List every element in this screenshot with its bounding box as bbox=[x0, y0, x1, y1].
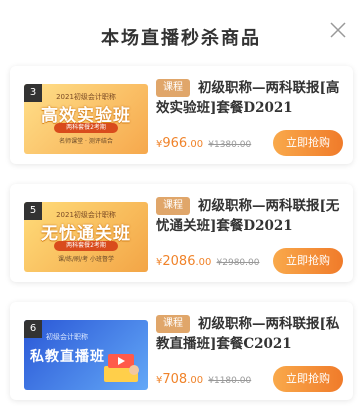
price-integer: 708 bbox=[162, 372, 188, 387]
buy-now-button[interactable]: 立即抢购 bbox=[273, 366, 343, 392]
buy-now-button[interactable]: 立即抢购 bbox=[273, 130, 343, 156]
product-card[interactable]: 5 2021初级会计职称 无忧通关班 两科套餐2考期 课/练/刷/考 小班督学 … bbox=[10, 184, 353, 282]
product-index-badge: 5 bbox=[24, 202, 42, 220]
product-index-badge: 3 bbox=[24, 84, 42, 102]
price-integer: 2086 bbox=[162, 254, 196, 269]
original-price: ¥2980.00 bbox=[216, 258, 260, 268]
product-thumbnail[interactable]: 3 2021初级会计职称 高效实验班 两科套餐2考期 名师课堂 · 测评结合 bbox=[24, 84, 148, 154]
price-integer: 966 bbox=[162, 136, 188, 151]
thumbnail-pill: 两科套餐2考期 bbox=[54, 123, 118, 133]
buy-now-button[interactable]: 立即抢购 bbox=[273, 248, 343, 274]
product-price: ¥966.00 ¥1380.00 bbox=[156, 136, 251, 151]
teacher-illustration-icon bbox=[104, 354, 139, 382]
product-price: ¥708.00 ¥1180.00 bbox=[156, 372, 251, 387]
product-name[interactable]: 初级职称—两科联报[私教直播班]套餐C2021 bbox=[156, 314, 346, 354]
thumbnail-caption: 名师课堂 · 测评结合 bbox=[59, 138, 113, 145]
modal-header: 本场直播秒杀商品 bbox=[0, 0, 362, 62]
product-card[interactable]: 6 初级会计职称 私教直播班 课程 初级职称—两科联报[私教直播班]套餐C202… bbox=[10, 302, 353, 400]
modal-title: 本场直播秒杀商品 bbox=[101, 28, 261, 49]
product-index-badge: 6 bbox=[24, 320, 42, 338]
original-price: ¥1180.00 bbox=[208, 376, 252, 386]
thumbnail-caption: 课/练/刷/考 小班督学 bbox=[58, 256, 114, 263]
product-thumbnail[interactable]: 6 初级会计职称 私教直播班 bbox=[24, 320, 148, 390]
price-decimal: .00 bbox=[187, 139, 204, 150]
original-price: ¥1380.00 bbox=[208, 140, 252, 150]
product-price: ¥2086.00 ¥2980.00 bbox=[156, 254, 259, 269]
thumbnail-subtitle: 初级会计职称 bbox=[46, 333, 88, 341]
thumbnail-pill: 两科套餐2考期 bbox=[54, 241, 118, 251]
product-card[interactable]: 3 2021初级会计职称 高效实验班 两科套餐2考期 名师课堂 · 测评结合 课… bbox=[10, 66, 353, 164]
close-icon[interactable] bbox=[328, 20, 348, 40]
product-name[interactable]: 初级职称—两科联报[无忧通关班]套餐D2021 bbox=[156, 196, 346, 236]
product-thumbnail[interactable]: 5 2021初级会计职称 无忧通关班 两科套餐2考期 课/练/刷/考 小班督学 bbox=[24, 202, 148, 272]
price-decimal: .00 bbox=[187, 375, 204, 386]
price-decimal: .00 bbox=[195, 257, 212, 268]
product-name[interactable]: 初级职称—两科联报[高效实验班]套餐D2021 bbox=[156, 78, 346, 118]
